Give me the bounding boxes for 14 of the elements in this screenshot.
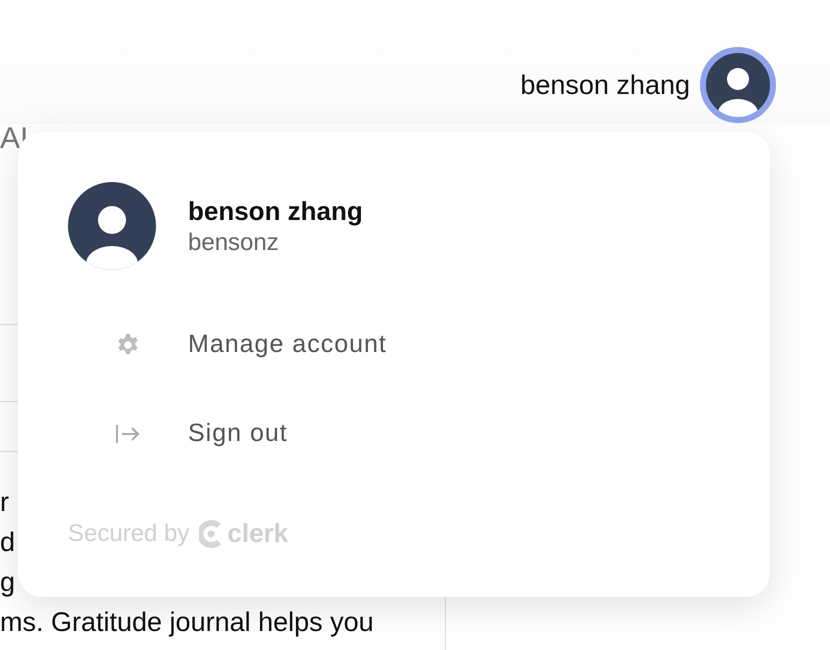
avatar-icon [68,182,156,270]
body-text: ms. Gratitude journal helps you [0,606,374,639]
body-text: d [0,526,16,559]
username: bensonz [188,228,280,256]
user-name: benson zhang [188,196,363,226]
avatar-icon[interactable] [700,47,776,123]
logo-icon [199,520,224,548]
menu-item[interactable]: Manage account [188,330,387,359]
settings-icon [116,332,140,356]
user-name: benson zhang [520,70,690,100]
body-text: r [0,486,9,519]
body-text: g [0,566,16,599]
menu-item[interactable]: Sign out [188,419,288,448]
sign-out-icon [115,422,141,444]
